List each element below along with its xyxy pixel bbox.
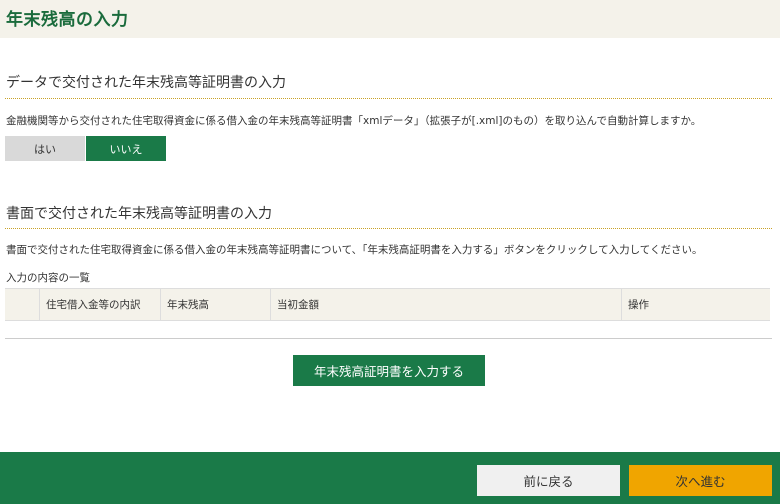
back-button[interactable]: 前に戻る: [477, 465, 620, 496]
yes-button[interactable]: はい: [5, 136, 85, 161]
column-header-initial-amount: 当初金額: [270, 288, 622, 321]
column-header-actions: 操作: [621, 288, 770, 321]
input-certificate-button[interactable]: 年末残高証明書を入力する: [293, 355, 485, 386]
entries-table: 住宅借入金等の内訳 年末残高 当初金額 操作: [5, 288, 770, 321]
column-header-year-end-balance: 年末残高: [160, 288, 271, 321]
column-header-loan-breakdown: 住宅借入金等の内訳: [39, 288, 161, 321]
no-button[interactable]: いいえ: [86, 136, 166, 161]
section-divider: [5, 228, 772, 229]
list-divider: [5, 338, 772, 339]
column-header-select: [5, 288, 40, 321]
section-description-xml: 金融機関等から交付された住宅取得資金に係る借入金の年末残高等証明書「xmlデータ…: [6, 115, 702, 127]
section-title-xml: データで交付された年末残高等証明書の入力: [6, 75, 286, 91]
next-button[interactable]: 次へ進む: [629, 465, 772, 496]
section-description-paper: 書面で交付された住宅取得資金に係る借入金の年末残高等証明書について、「年末残高証…: [6, 244, 703, 256]
page-header: 年末残高の入力: [0, 0, 780, 38]
page-title: 年末残高の入力: [6, 10, 129, 30]
list-label: 入力の内容の一覧: [6, 272, 90, 284]
section-title-paper: 書面で交付された年末残高等証明書の入力: [6, 206, 272, 222]
table-header-row: 住宅借入金等の内訳 年末残高 当初金額 操作: [5, 288, 770, 321]
section-divider: [5, 98, 772, 99]
